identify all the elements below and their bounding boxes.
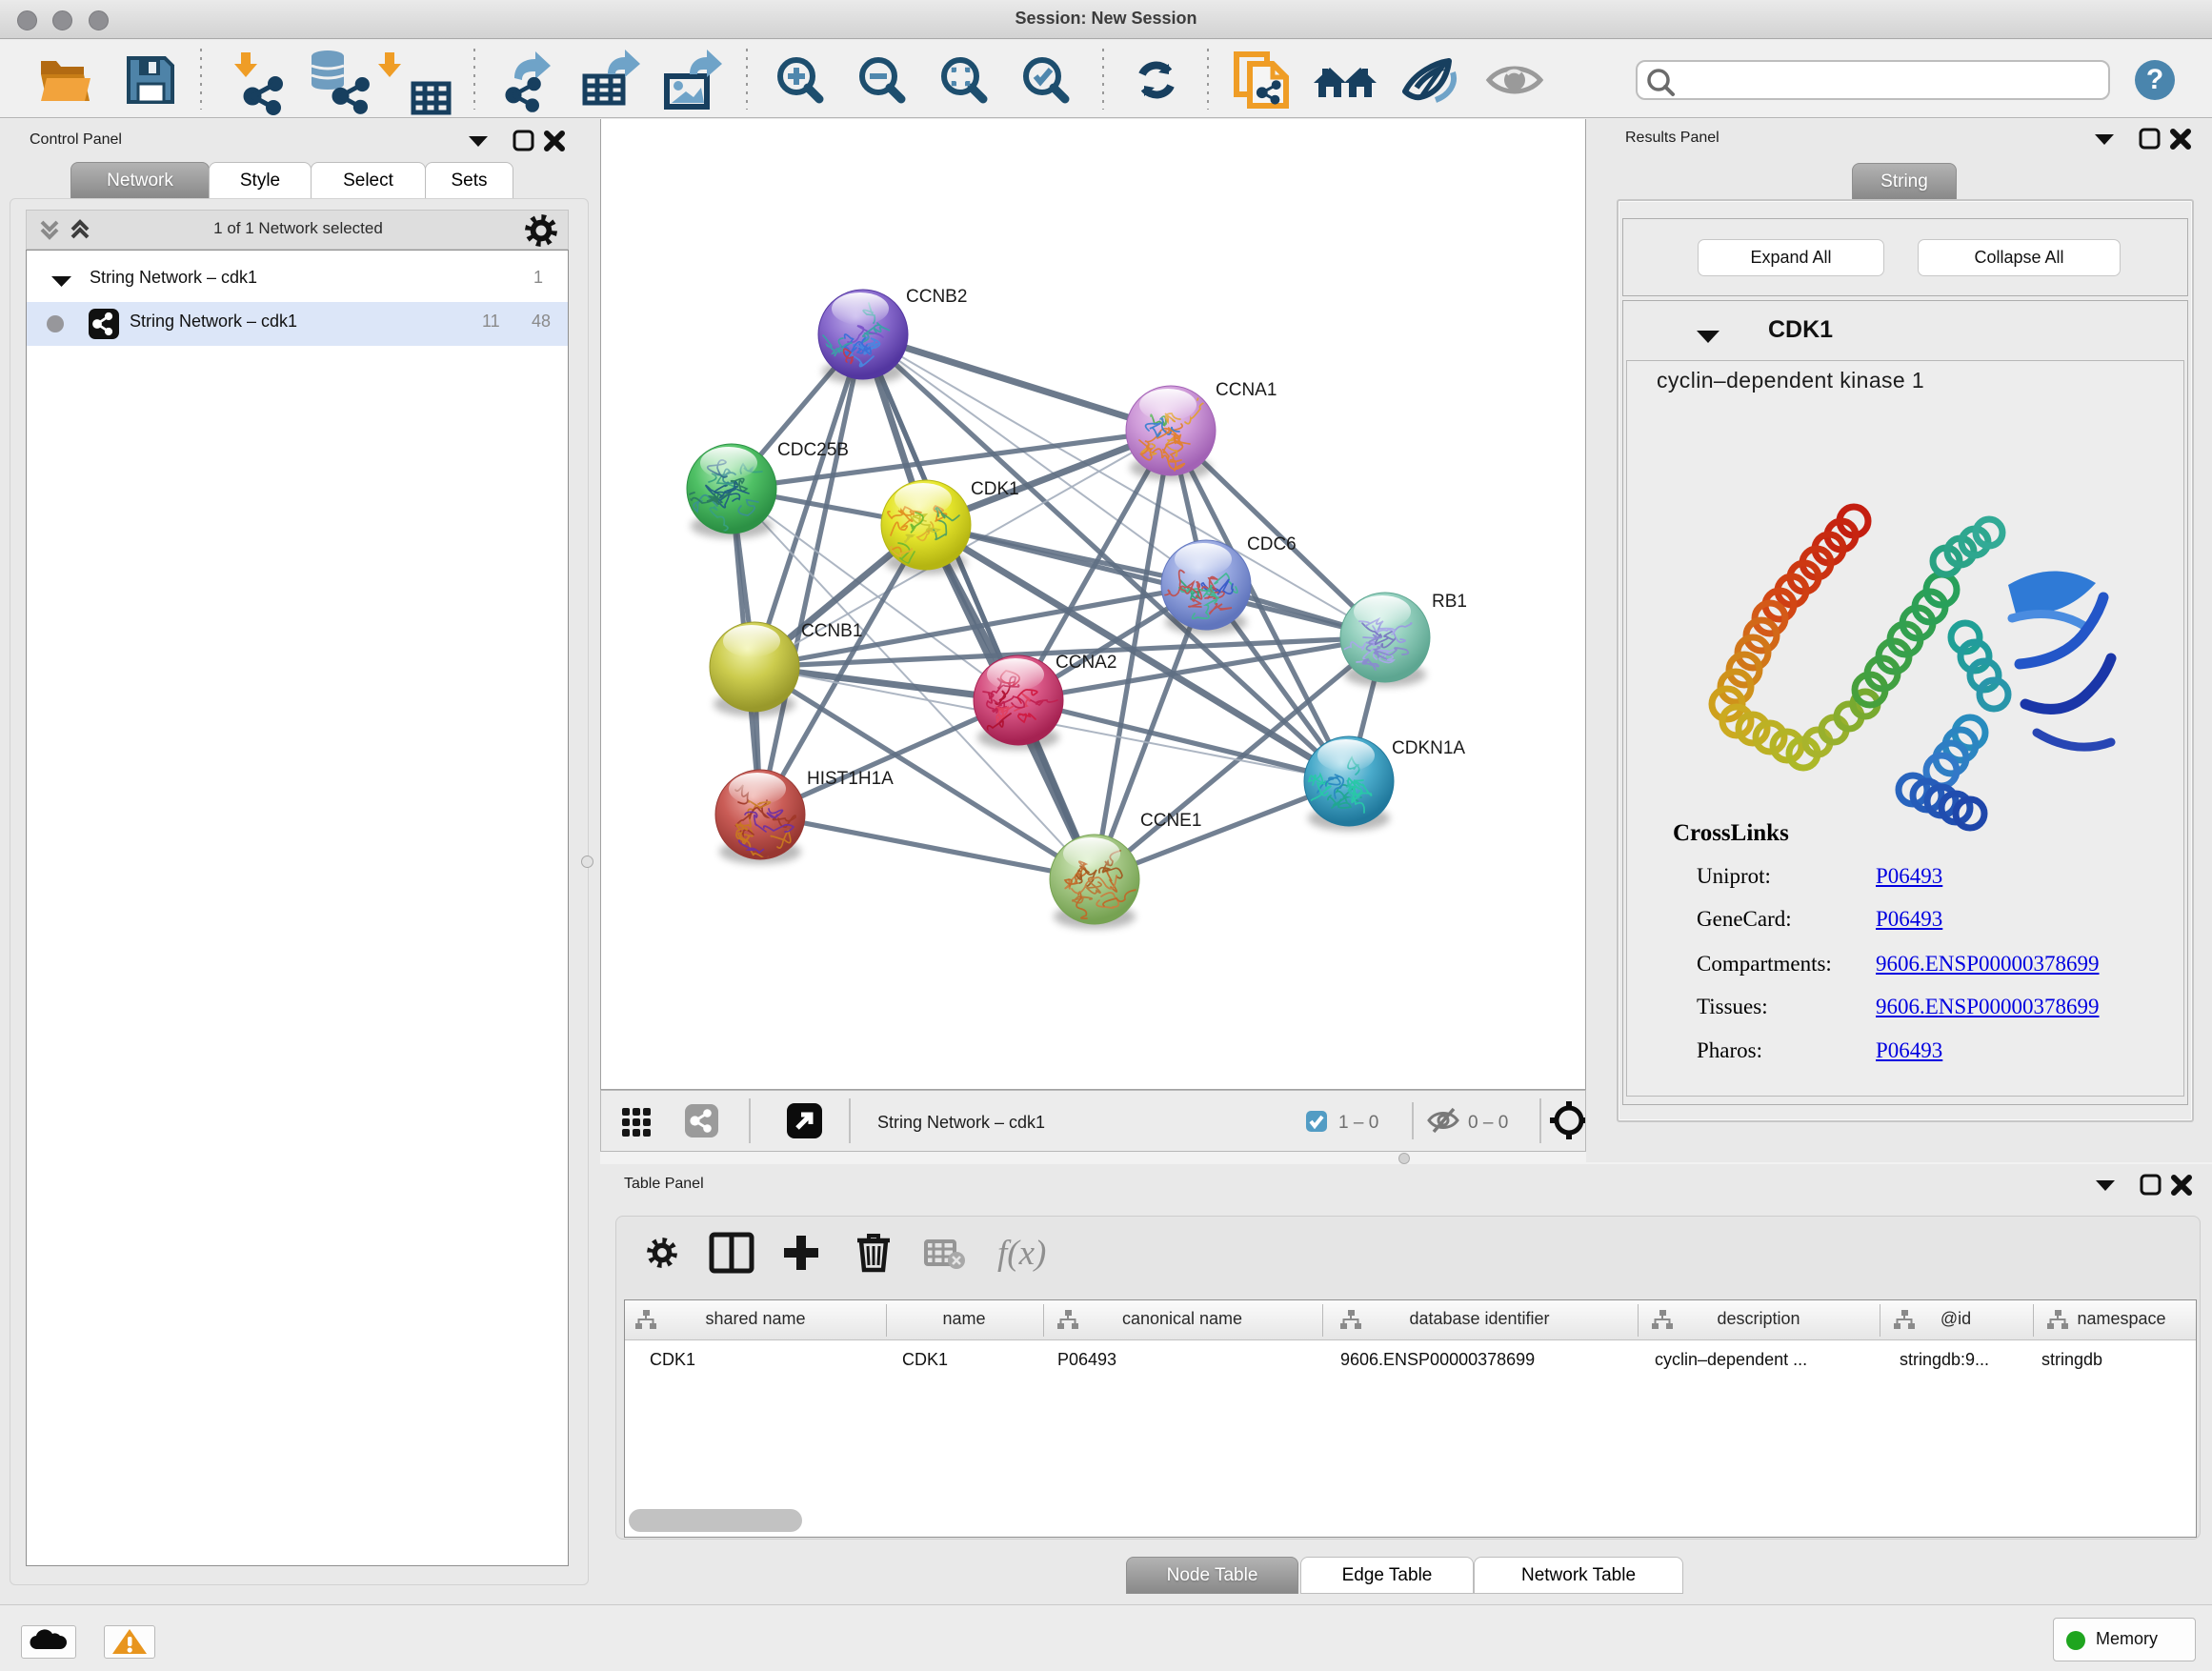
svg-text:CCNE1: CCNE1 [1140, 811, 1201, 831]
svg-text:CCNA2: CCNA2 [1056, 653, 1116, 673]
svg-text:CCNB2: CCNB2 [906, 287, 967, 307]
svg-text:String Network – cdk1: String Network – cdk1 [877, 1113, 1045, 1132]
svg-text:0 – 0: 0 – 0 [1468, 1113, 1508, 1133]
svg-text:f(x): f(x) [997, 1234, 1046, 1273]
svg-text:CDK1: CDK1 [971, 479, 1019, 499]
svg-text:1 – 0: 1 – 0 [1338, 1113, 1378, 1133]
svg-text:CDKN1A: CDKN1A [1392, 738, 1465, 758]
svg-text:CCNA1: CCNA1 [1216, 380, 1277, 400]
svg-text:CCNB1: CCNB1 [801, 621, 862, 641]
svg-text:CDC6: CDC6 [1247, 534, 1297, 554]
svg-text:HIST1H1A: HIST1H1A [807, 769, 894, 789]
svg-text:RB1: RB1 [1432, 592, 1467, 612]
svg-text:CDC25B: CDC25B [777, 440, 849, 460]
